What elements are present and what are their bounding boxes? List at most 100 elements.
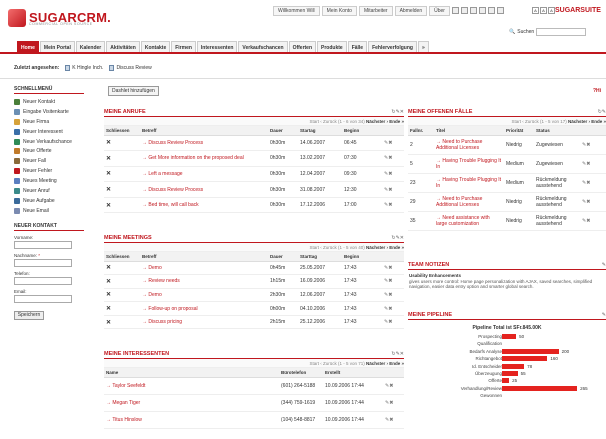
- pipeline-bar[interactable]: [502, 348, 559, 354]
- my-account-link[interactable]: Mein Konto: [321, 6, 357, 16]
- lead-link[interactable]: Megan Tiger: [112, 400, 140, 406]
- close-icon[interactable]: ✕: [106, 203, 111, 209]
- col-header[interactable]: Beginn: [342, 252, 382, 262]
- pager-next[interactable]: Nächster › Ende »: [366, 119, 404, 124]
- dashlet-tools[interactable]: ✎: [602, 312, 606, 318]
- edit-icon[interactable]: ✎✖: [385, 417, 393, 423]
- shortcut-item[interactable]: Neuer Fehler: [14, 166, 84, 176]
- dashlet-tools[interactable]: ↻✎✕: [391, 235, 404, 241]
- dashlet-tools[interactable]: ↻✎✕: [391, 109, 404, 115]
- tab-products[interactable]: Produkte: [317, 41, 347, 52]
- edit-icon[interactable]: ✎✖: [384, 187, 392, 193]
- close-icon[interactable]: ✕: [106, 265, 111, 271]
- edit-icon[interactable]: ✎✖: [384, 140, 392, 146]
- edit-icon[interactable]: ✎✖: [582, 218, 590, 224]
- employees-link[interactable]: Mitarbeiter: [358, 6, 393, 16]
- case-link[interactable]: Need assistance with large customization: [436, 215, 490, 227]
- edit-icon[interactable]: ✎✖: [385, 400, 393, 406]
- last-viewed-item[interactable]: K Hingle Inch.: [65, 65, 103, 71]
- pipeline-bar[interactable]: [502, 378, 510, 384]
- tab-cases[interactable]: Fälle: [347, 41, 368, 52]
- close-icon[interactable]: ✕: [106, 171, 111, 177]
- last-viewed-item[interactable]: Discuss Review: [109, 65, 152, 71]
- col-header[interactable]: Beginn: [342, 126, 382, 136]
- subject-link[interactable]: Get More information on the proposed dea…: [148, 155, 243, 161]
- tab-activities[interactable]: Aktivitäten: [106, 41, 140, 52]
- subject-link[interactable]: Discuss pricing: [148, 319, 182, 325]
- edit-icon[interactable]: ✎✖: [582, 180, 590, 186]
- edit-icon[interactable]: ✎✖: [582, 142, 590, 148]
- shortcut-item[interactable]: Neues Meeting: [14, 176, 84, 186]
- edit-icon[interactable]: ✎✖: [384, 202, 392, 208]
- add-dashlet-button[interactable]: Dashlet hinzufügen: [108, 86, 159, 96]
- pipeline-bar[interactable]: [502, 334, 517, 339]
- shortcut-item[interactable]: Eingabe Visitenkarte: [14, 107, 84, 117]
- pipeline-bar[interactable]: [502, 385, 578, 391]
- close-icon[interactable]: ✕: [106, 306, 111, 312]
- col-header[interactable]: Starttag: [298, 252, 342, 262]
- edit-icon[interactable]: ✎✖: [384, 292, 392, 298]
- edit-icon[interactable]: ✎✖: [385, 383, 393, 389]
- shortcut-item[interactable]: Neuer Interessent: [14, 127, 84, 137]
- pipeline-bar[interactable]: [502, 363, 525, 369]
- save-button[interactable]: Speichern: [14, 310, 44, 320]
- edit-icon[interactable]: ✎✖: [384, 265, 392, 271]
- shortcut-item[interactable]: Neuer Kontakt: [14, 97, 84, 107]
- close-icon[interactable]: ✕: [106, 187, 111, 193]
- pager-next[interactable]: Nächster › Ende »: [568, 119, 606, 124]
- edit-icon[interactable]: ✎✖: [582, 199, 590, 205]
- col-header[interactable]: Startag: [298, 126, 342, 136]
- shortcut-item[interactable]: Neuer Fall: [14, 156, 84, 166]
- col-header[interactable]: Erstellt: [323, 368, 383, 378]
- logout-link[interactable]: Abmelden: [394, 6, 428, 16]
- dashlet-tools[interactable]: ↻✎: [598, 109, 606, 115]
- col-header[interactable]: Bürotelefon: [279, 368, 323, 378]
- about-link[interactable]: Über: [429, 6, 450, 16]
- shortcut-item[interactable]: Neue Verkaufschance: [14, 137, 84, 147]
- edit-icon[interactable]: ✎✖: [384, 306, 392, 312]
- case-link[interactable]: Having Trouble Plugging It In: [436, 177, 501, 189]
- pager-text[interactable]: Start ‹ Zurück (1 - 5 von 17): [511, 119, 566, 124]
- font-small-icon[interactable]: A: [532, 7, 539, 14]
- tab-home[interactable]: Home: [17, 41, 39, 52]
- shortcut-item[interactable]: Neuer Anruf: [14, 186, 84, 196]
- lead-link[interactable]: Taylor Seefeldt: [112, 383, 145, 389]
- subject-link[interactable]: Discuss Review Process: [148, 187, 203, 193]
- tab-bugs[interactable]: Fehlerverfolgung: [368, 41, 417, 52]
- col-header[interactable]: Name: [104, 368, 279, 378]
- shortcut-item[interactable]: Neue Offerte: [14, 146, 84, 156]
- edit-icon[interactable]: ✎✖: [384, 278, 392, 284]
- font-large-icon[interactable]: A: [548, 7, 555, 14]
- search-input[interactable]: [536, 28, 587, 36]
- tab-calendar[interactable]: Kalender: [75, 41, 106, 52]
- theme-swatch[interactable]: [479, 7, 486, 14]
- theme-swatch[interactable]: [497, 7, 504, 14]
- pager-next[interactable]: Nächster › Ende »: [366, 245, 404, 250]
- col-header[interactable]: Status: [534, 126, 580, 136]
- case-link[interactable]: Need to Purchase Additional Licenses: [436, 139, 482, 151]
- subject-link[interactable]: Left a message: [148, 171, 182, 177]
- tab-accounts[interactable]: Firmen: [171, 41, 196, 52]
- close-icon[interactable]: ✕: [106, 292, 111, 298]
- close-icon[interactable]: ✕: [106, 320, 111, 326]
- col-header[interactable]: Titel: [434, 126, 504, 136]
- subject-link[interactable]: Demo: [148, 292, 161, 298]
- col-header[interactable]: Dauer: [268, 252, 298, 262]
- pager-next[interactable]: Nächster › Ende »: [366, 361, 404, 366]
- welcome-link[interactable]: Willkommen Will: [273, 6, 320, 16]
- edit-icon[interactable]: ✎✖: [582, 161, 590, 167]
- help-link[interactable]: ?Hi: [593, 88, 601, 94]
- pipeline-bar[interactable]: [502, 356, 548, 362]
- tab-contacts[interactable]: Kontakte: [140, 41, 171, 52]
- close-icon[interactable]: ✕: [106, 156, 111, 162]
- theme-swatch[interactable]: [452, 7, 459, 14]
- col-header[interactable]: Dauer: [268, 126, 298, 136]
- tab-more[interactable]: »: [417, 41, 429, 52]
- col-header[interactable]: Schliessen: [104, 252, 140, 262]
- dashlet-tools[interactable]: ✎: [602, 262, 606, 268]
- lead-link[interactable]: Titus Hinslow: [112, 417, 142, 423]
- last-name-field[interactable]: [14, 258, 72, 267]
- close-icon[interactable]: ✕: [106, 140, 111, 146]
- pipeline-bar[interactable]: [502, 370, 518, 376]
- shortcut-item[interactable]: Neue Firma: [14, 117, 84, 127]
